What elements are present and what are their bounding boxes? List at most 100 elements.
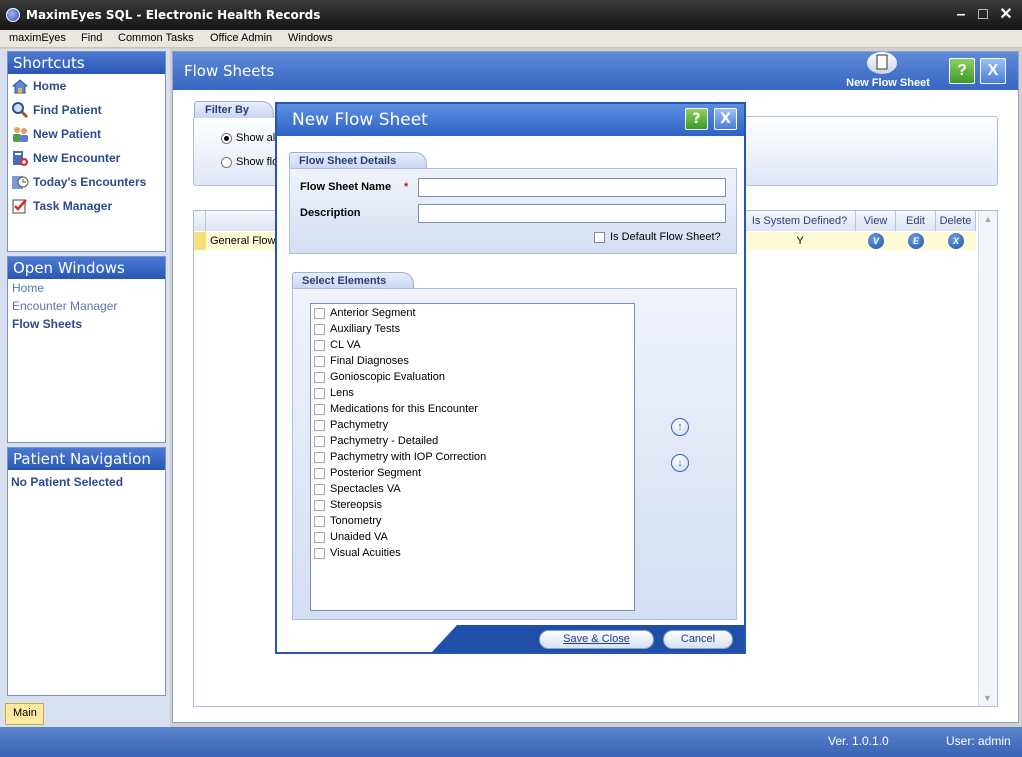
scroll-down-icon[interactable]: ▼ xyxy=(979,693,996,703)
patient-navigation-title: Patient Navigation xyxy=(8,448,165,470)
default-flow-sheet-label: Is Default Flow Sheet? xyxy=(610,231,721,243)
patient-status: No Patient Selected xyxy=(11,475,124,489)
element-checkbox[interactable] xyxy=(314,483,325,495)
show-all-radio[interactable] xyxy=(221,133,232,144)
element-checkbox[interactable] xyxy=(314,339,325,351)
element-checkbox[interactable] xyxy=(314,403,325,415)
close-page-button[interactable]: X xyxy=(980,58,1006,84)
scroll-up-icon[interactable]: ▲ xyxy=(979,211,997,224)
page-title: Flow Sheets xyxy=(184,62,275,80)
element-checkbox[interactable] xyxy=(314,419,325,431)
list-item[interactable]: Medications for this Encounter xyxy=(314,401,478,417)
flow-sheet-details-tab: Flow Sheet Details xyxy=(289,152,427,169)
list-item[interactable]: Stereopsis xyxy=(314,497,382,513)
menu-maximeyes[interactable]: maximEyes xyxy=(9,32,66,44)
list-item[interactable]: Posterior Segment xyxy=(314,465,421,481)
list-item[interactable]: Pachymetry xyxy=(314,417,388,433)
shortcut-task-manager[interactable]: Task Manager xyxy=(8,194,165,218)
todays-encounters-icon xyxy=(11,173,29,191)
list-item[interactable]: Tonometry xyxy=(314,513,381,529)
list-item[interactable]: Gonioscopic Evaluation xyxy=(314,369,445,385)
shortcut-find-patient[interactable]: Find Patient xyxy=(8,98,165,122)
element-checkbox[interactable] xyxy=(314,387,325,399)
tab-main[interactable]: Main xyxy=(5,703,44,725)
dialog-title-bar: New Flow Sheet ? X xyxy=(277,104,744,136)
element-label: Spectacles VA xyxy=(330,483,401,495)
menu-office-admin[interactable]: Office Admin xyxy=(210,32,272,44)
shortcut-todays-encounters-label: Today's Encounters xyxy=(33,175,147,189)
element-label: Medications for this Encounter xyxy=(330,403,478,415)
list-item[interactable]: Final Diagnoses xyxy=(314,353,409,369)
shortcut-todays-encounters[interactable]: Today's Encounters xyxy=(8,170,165,194)
cancel-button[interactable]: Cancel xyxy=(663,630,733,649)
default-flow-sheet-checkbox[interactable] xyxy=(594,232,605,243)
help-button[interactable]: ? xyxy=(949,58,975,84)
view-icon[interactable]: V xyxy=(868,233,884,249)
list-item[interactable]: Spectacles VA xyxy=(314,481,401,497)
element-checkbox[interactable] xyxy=(314,515,325,527)
element-checkbox[interactable] xyxy=(314,531,325,543)
user-text: User: admin xyxy=(946,734,1011,748)
list-item[interactable]: Pachymetry with IOP Correction xyxy=(314,449,486,465)
grid-header-delete[interactable]: Delete xyxy=(936,211,976,231)
maximize-button[interactable]: □ xyxy=(973,6,993,24)
new-encounter-icon xyxy=(11,149,29,167)
element-label: Visual Acuities xyxy=(330,547,401,559)
new-flow-sheet-button[interactable]: New Flow Sheet xyxy=(843,77,933,89)
element-label: Anterior Segment xyxy=(330,307,416,319)
element-checkbox[interactable] xyxy=(314,371,325,383)
elements-list[interactable]: Anterior Segment Auxiliary Tests CL VA Fina… xyxy=(310,303,635,611)
shortcut-new-encounter[interactable]: New Encounter xyxy=(8,146,165,170)
dialog-close-button[interactable]: X xyxy=(714,108,737,130)
element-checkbox[interactable] xyxy=(314,323,325,335)
element-checkbox[interactable] xyxy=(314,499,325,511)
grid-scrollbar[interactable]: ▲ ▼ xyxy=(978,211,997,706)
row-indicator xyxy=(194,232,206,250)
list-item[interactable]: Lens xyxy=(314,385,354,401)
list-item[interactable]: Unaided VA xyxy=(314,529,388,545)
element-checkbox[interactable] xyxy=(314,355,325,367)
open-window-encounter-manager[interactable]: Encounter Manager xyxy=(8,297,165,315)
select-elements-tab: Select Elements xyxy=(292,272,414,289)
edit-icon[interactable]: E xyxy=(908,233,924,249)
element-label: Stereopsis xyxy=(330,499,382,511)
element-checkbox[interactable] xyxy=(314,307,325,319)
menu-find[interactable]: Find xyxy=(81,32,102,44)
grid-header-edit[interactable]: Edit xyxy=(896,211,936,231)
shortcut-new-patient[interactable]: New Patient xyxy=(8,122,165,146)
find-patient-icon xyxy=(11,101,29,119)
move-down-button[interactable]: ↓ xyxy=(671,454,689,472)
list-item[interactable]: Anterior Segment xyxy=(314,305,416,321)
save-close-label: Save & Close xyxy=(563,633,630,645)
new-flow-sheet-dialog: New Flow Sheet ? X Flow Sheet Details Fl… xyxy=(275,102,746,654)
list-item[interactable]: CL VA xyxy=(314,337,361,353)
save-close-button[interactable]: Save & Close xyxy=(539,630,654,649)
element-checkbox[interactable] xyxy=(314,467,325,479)
shortcut-home[interactable]: Home xyxy=(8,74,165,98)
delete-icon[interactable]: X xyxy=(948,233,964,249)
menu-common-tasks[interactable]: Common Tasks xyxy=(118,32,194,44)
element-checkbox[interactable] xyxy=(314,435,325,447)
new-flow-sheet-icon[interactable] xyxy=(867,52,897,74)
close-window-button[interactable]: ✕ xyxy=(996,6,1016,24)
list-item[interactable]: Auxiliary Tests xyxy=(314,321,400,337)
list-item[interactable]: Pachymetry - Detailed xyxy=(314,433,438,449)
patient-navigation-panel: Patient Navigation No Patient Selected xyxy=(7,447,166,696)
element-checkbox[interactable] xyxy=(314,547,325,559)
menu-windows[interactable]: Windows xyxy=(288,32,333,44)
minimize-button[interactable]: – xyxy=(951,6,971,24)
open-window-flow-sheets[interactable]: Flow Sheets xyxy=(8,315,165,333)
element-label: Gonioscopic Evaluation xyxy=(330,371,445,383)
grid-header-view[interactable]: View xyxy=(856,211,896,231)
dialog-help-button[interactable]: ? xyxy=(685,108,708,130)
element-label: Pachymetry with IOP Correction xyxy=(330,451,487,463)
open-window-home[interactable]: Home xyxy=(8,279,165,297)
element-checkbox[interactable] xyxy=(314,451,325,463)
flow-sheet-name-input[interactable] xyxy=(418,178,726,197)
description-input[interactable] xyxy=(418,204,726,223)
list-item[interactable]: Visual Acuities xyxy=(314,545,401,561)
grid-header-system[interactable]: Is System Defined? xyxy=(744,211,856,231)
show-flow-radio[interactable] xyxy=(221,157,232,168)
move-up-button[interactable]: ↑ xyxy=(671,418,689,436)
flow-sheet-details-section: Flow Sheet Name * Description Is Default… xyxy=(289,168,737,254)
